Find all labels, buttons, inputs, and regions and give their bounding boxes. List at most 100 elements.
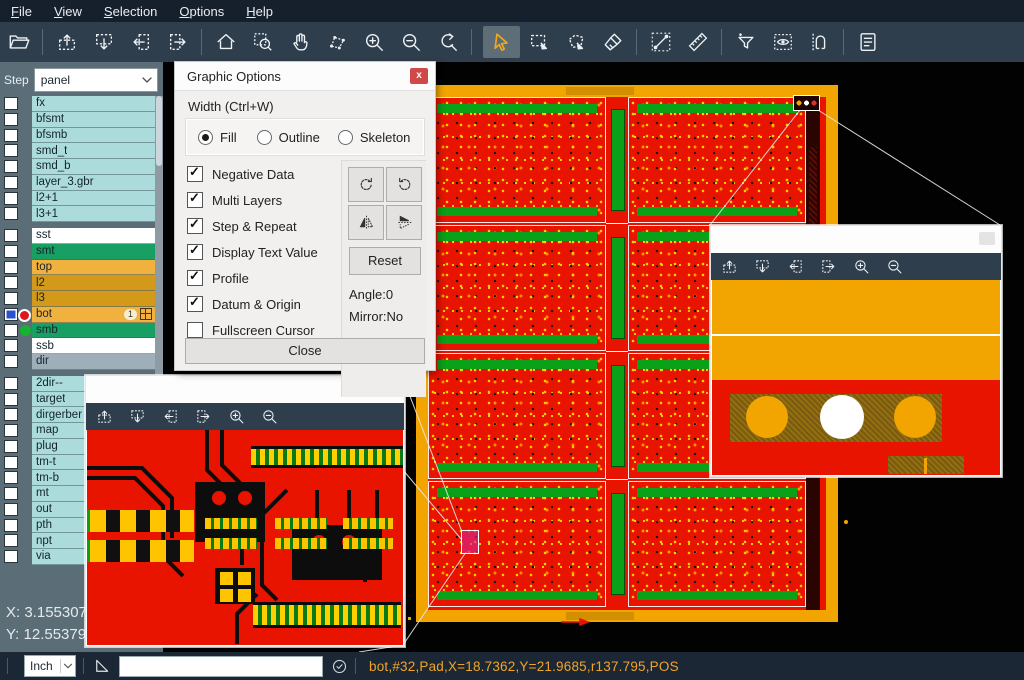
select-cursor-button[interactable] (483, 26, 520, 58)
layer-visibility-checkbox[interactable] (4, 129, 18, 142)
layer-name[interactable]: ssb (32, 340, 54, 352)
layer-row[interactable]: sst (0, 228, 155, 244)
scroll-left-icon[interactable] (787, 258, 804, 275)
zoom-out-icon[interactable] (886, 258, 903, 275)
layer-row[interactable]: ssb (0, 338, 155, 354)
layer-visibility-checkbox[interactable] (4, 229, 18, 242)
layer-visibility-checkbox[interactable] (4, 456, 18, 469)
layer-visibility-checkbox[interactable] (4, 245, 18, 258)
layer-name[interactable]: mt (32, 487, 49, 499)
rotate-ccw-button[interactable] (386, 167, 422, 202)
magnifier-window-detail[interactable] (85, 375, 405, 647)
layer-visibility-checkbox[interactable] (4, 519, 18, 532)
layer-visibility-checkbox[interactable] (4, 355, 18, 368)
pan-hand-button[interactable] (281, 26, 318, 58)
dialog-title-bar[interactable]: Graphic Options (175, 62, 435, 91)
layer-visibility-checkbox[interactable] (4, 207, 18, 220)
step-repeat-grid-icon[interactable] (140, 308, 152, 320)
layer-name[interactable]: pth (32, 519, 52, 531)
clean-layer-button[interactable] (594, 26, 631, 58)
layer-visibility-checkbox[interactable] (4, 408, 18, 421)
zoom-out-icon[interactable] (261, 408, 278, 425)
layer-visibility-checkbox[interactable] (4, 487, 18, 500)
layer-name[interactable]: fx (32, 97, 45, 109)
layer-name[interactable]: top (32, 261, 52, 273)
layer-name[interactable]: smd_t (32, 145, 67, 157)
radio-skeleton[interactable]: Skeleton (338, 130, 411, 145)
zoom-previous-button[interactable] (429, 26, 466, 58)
layer-name[interactable]: l3 (32, 292, 45, 304)
layer-row[interactable]: bfsmb (0, 128, 155, 144)
measure-distance-button[interactable] (642, 26, 679, 58)
layer-row-active[interactable]: bot 1 (0, 307, 155, 323)
layer-visibility-checkbox[interactable] (4, 292, 18, 305)
checkbox-fullscreen-cursor[interactable]: Fullscreen Cursor (187, 320, 315, 340)
layer-name[interactable]: 2dir-- (32, 377, 63, 389)
layer-name[interactable]: layer_3.gbr (32, 176, 94, 188)
layer-row[interactable]: smd_b (0, 159, 155, 175)
layer-name[interactable]: l2 (32, 277, 45, 289)
magnified-pcb-view[interactable] (712, 280, 1000, 475)
scroll-up-button[interactable] (48, 26, 85, 58)
layer-row[interactable]: smt (0, 244, 155, 260)
snap-angle-icon[interactable] (93, 657, 111, 675)
select-rectangle-button[interactable] (520, 26, 557, 58)
menu-view[interactable]: View (43, 2, 93, 21)
scroll-down-icon[interactable] (754, 258, 771, 275)
magnifier-window-tooling[interactable] (710, 225, 1002, 477)
layer-name[interactable]: smt (32, 245, 55, 257)
scroll-right-button[interactable] (159, 26, 196, 58)
layer-row[interactable]: l3 (0, 291, 155, 307)
menu-file[interactable]: File (0, 2, 43, 21)
zoom-in-icon[interactable] (853, 258, 870, 275)
layer-visibility-checkbox[interactable] (4, 393, 18, 406)
zoom-window-button[interactable] (244, 26, 281, 58)
layer-visibility-checkbox[interactable] (4, 534, 18, 547)
layer-visibility-checkbox[interactable] (4, 424, 18, 437)
snap-button[interactable] (801, 26, 838, 58)
scroll-up-icon[interactable] (721, 258, 738, 275)
magnifier-title-bar[interactable] (711, 226, 1001, 253)
mirror-vertical-button[interactable] (386, 205, 422, 240)
layer-name[interactable]: via (32, 550, 51, 562)
layer-name[interactable]: out (32, 503, 52, 515)
scroll-right-icon[interactable] (195, 408, 212, 425)
magnified-region-marker-top-right[interactable] (793, 95, 820, 111)
layer-visibility-checkbox[interactable] (4, 440, 18, 453)
scrollbar-thumb[interactable] (156, 96, 162, 166)
layer-name[interactable]: npt (32, 535, 52, 547)
menu-help[interactable]: Help (235, 2, 284, 21)
rotate-cw-button[interactable] (348, 167, 384, 202)
close-button[interactable]: Close (185, 338, 425, 364)
layer-visibility-checkbox[interactable] (4, 339, 18, 352)
scroll-up-icon[interactable] (96, 408, 113, 425)
layer-visibility-checkbox[interactable] (4, 276, 18, 289)
layer-visibility-checkbox[interactable] (4, 503, 18, 516)
layer-visibility-checkbox[interactable] (4, 377, 18, 390)
layer-name[interactable]: l3+1 (32, 208, 58, 220)
step-select[interactable]: panel (34, 68, 158, 92)
scroll-right-icon[interactable] (820, 258, 837, 275)
layer-name[interactable]: smd_b (32, 160, 71, 172)
magnified-pcb-view[interactable] (87, 430, 403, 645)
checkbox-display-text-value[interactable]: Display Text Value (187, 242, 318, 262)
view-options-button[interactable] (764, 26, 801, 58)
reset-button[interactable]: Reset (349, 247, 421, 275)
layer-name[interactable]: dir (32, 355, 49, 367)
layer-visibility-checkbox[interactable] (4, 324, 18, 337)
unit-select[interactable]: Inch (24, 655, 76, 677)
mirror-horizontal-button[interactable] (348, 205, 384, 240)
checkbox-profile[interactable]: Profile (187, 268, 249, 288)
layer-name[interactable]: tm-b (32, 472, 59, 484)
layer-visibility-checkbox[interactable] (4, 144, 18, 157)
layer-visibility-checkbox[interactable] (4, 308, 18, 321)
layer-name[interactable]: tm-t (32, 456, 56, 468)
zoom-in-icon[interactable] (228, 408, 245, 425)
menu-selection[interactable]: Selection (93, 2, 168, 21)
magnifier-window-button[interactable] (979, 232, 995, 245)
checkbox-step-repeat[interactable]: Step & Repeat (187, 216, 297, 236)
notes-panel-button[interactable] (849, 26, 886, 58)
layer-visibility-checkbox[interactable] (4, 97, 18, 110)
open-file-button[interactable] (0, 26, 37, 58)
layer-visibility-checkbox[interactable] (4, 113, 18, 126)
